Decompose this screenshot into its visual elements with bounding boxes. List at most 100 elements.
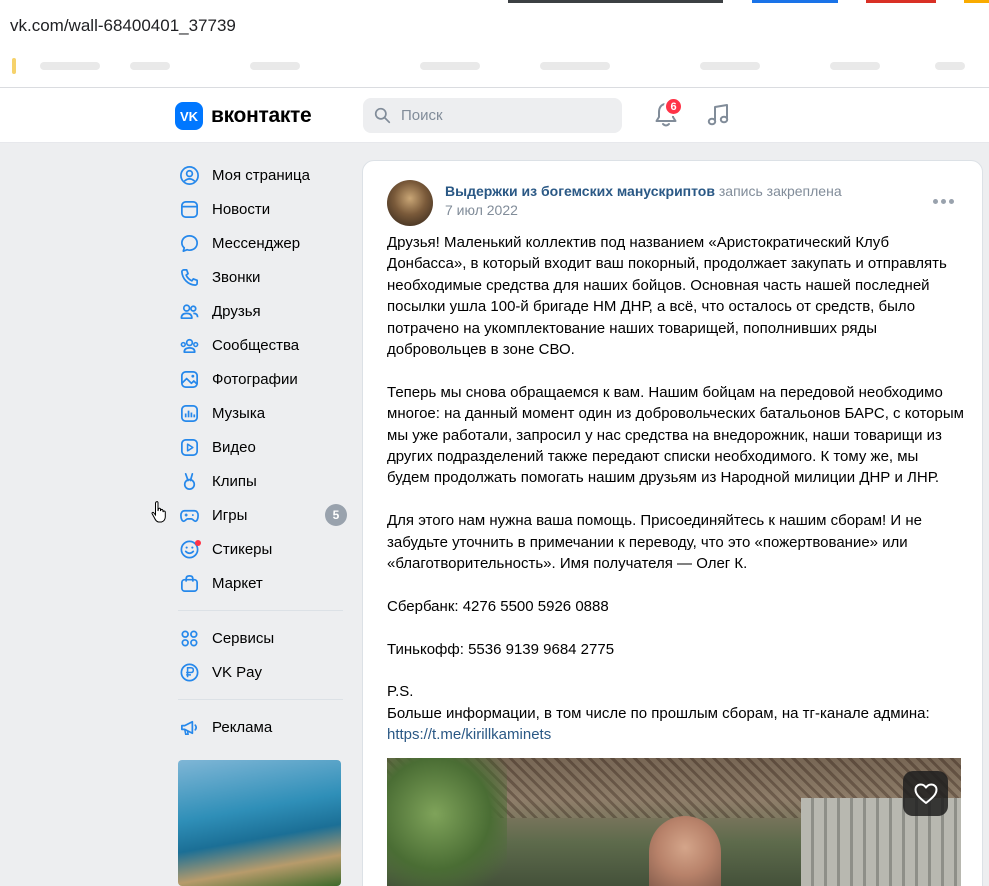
- sidebar-item-games[interactable]: Игры 5: [168, 498, 353, 532]
- vk-logo-text: вконтакте: [211, 104, 312, 127]
- sidebar-item-friends[interactable]: Друзья: [168, 294, 353, 328]
- sidebar-item-label: Сообщества: [212, 336, 300, 354]
- bookmark-item[interactable]: [250, 62, 300, 70]
- ps-text: Больше информации, в том числе по прошлы…: [387, 704, 930, 722]
- music-note-icon[interactable]: [705, 102, 731, 128]
- sidebar-item-my-page[interactable]: Моя страница: [168, 158, 353, 192]
- bookmark-item[interactable]: [130, 62, 170, 70]
- sidebar-item-label: Фотографии: [212, 370, 298, 388]
- sidebar-item-label: Стикеры: [212, 540, 273, 558]
- sidebar-item-clips[interactable]: Клипы: [168, 464, 353, 498]
- sidebar-item-label: Звонки: [212, 268, 261, 286]
- sidebar-item-label: VK Pay: [212, 663, 263, 681]
- sidebar-item-ads[interactable]: Реклама: [168, 710, 353, 744]
- bookmark-item[interactable]: [540, 62, 610, 70]
- games-count-badge: 5: [325, 504, 347, 526]
- sidebar-item-messenger[interactable]: Мессенджер: [168, 226, 353, 260]
- vk-header: VK вконтакте Поиск 6: [0, 88, 989, 143]
- friends-icon: [178, 300, 200, 322]
- newsfeed-icon: [178, 198, 200, 220]
- post-paragraph: Сбербанк: 4276 5500 5926 0888: [387, 597, 609, 615]
- bookmarks-bar: [0, 44, 989, 88]
- post-paragraph: Для этого нам нужна ваша помощь. Присоед…: [387, 512, 922, 573]
- sidebar-nav: Моя страница Новости Мессенджер Звонки Д…: [168, 158, 353, 744]
- bookmark-item[interactable]: [700, 62, 760, 70]
- pinned-note: запись закреплена: [718, 183, 842, 199]
- browser-tab[interactable]: [866, 0, 936, 3]
- notification-badge: 6: [664, 97, 683, 116]
- url-text[interactable]: vk.com/wall-68400401_37739: [10, 16, 236, 36]
- music-icon: [178, 402, 200, 424]
- search-input[interactable]: Поиск: [363, 98, 622, 133]
- bookmark-item[interactable]: [935, 62, 965, 70]
- sidebar-item-label: Маркет: [212, 574, 263, 592]
- post-date[interactable]: 7 июл 2022: [445, 202, 518, 218]
- telegram-link[interactable]: https://t.me/kirillkaminets: [387, 724, 965, 745]
- wall-post: Выдержки из богемских манускриптов запис…: [362, 160, 983, 886]
- communities-icon: [178, 334, 200, 356]
- sidebar-item-video[interactable]: Видео: [168, 430, 353, 464]
- browser-tab[interactable]: [964, 0, 989, 3]
- ps-label: P.S.: [387, 683, 414, 701]
- post-paragraph: Теперь мы снова обращаемся к вам. Нашим …: [387, 383, 964, 487]
- message-icon: [178, 232, 200, 254]
- dot-icon: [948, 198, 954, 204]
- sidebar-item-photos[interactable]: Фотографии: [168, 362, 353, 396]
- vk-logo[interactable]: VK вконтакте: [175, 102, 312, 130]
- photo-detail: [387, 758, 507, 886]
- dot-icon: [932, 198, 938, 204]
- bookmark-item[interactable]: [40, 62, 100, 70]
- services-icon: [178, 627, 200, 649]
- sidebar-item-label: Игры: [212, 506, 248, 524]
- sidebar-item-label: Моя страница: [212, 166, 310, 184]
- address-bar[interactable]: vk.com/wall-68400401_37739: [0, 6, 989, 44]
- browser-tab[interactable]: [508, 0, 723, 3]
- megaphone-icon: [178, 716, 200, 738]
- new-indicator-dot: [195, 540, 201, 546]
- sidebar-item-label: Музыка: [212, 404, 266, 422]
- user-circle-icon: [178, 164, 200, 186]
- sidebar-item-calls[interactable]: Звонки: [168, 260, 353, 294]
- vkpay-icon: [178, 661, 200, 683]
- phone-icon: [178, 266, 200, 288]
- bookmark-item[interactable]: [420, 62, 480, 70]
- video-icon: [178, 436, 200, 458]
- vk-logo-icon: VK: [175, 102, 203, 130]
- sidebar-item-market[interactable]: Маркет: [168, 566, 353, 600]
- post-photo[interactable]: [387, 758, 961, 886]
- dot-icon: [940, 198, 946, 204]
- sidebar-item-label: Новости: [212, 200, 271, 218]
- post-paragraph: Тинькофф: 5536 9139 9684 2775: [387, 640, 615, 658]
- sidebar-divider: [178, 610, 343, 611]
- sidebar-item-stickers[interactable]: Стикеры: [168, 532, 353, 566]
- sidebar-item-label: Клипы: [212, 472, 257, 490]
- author-avatar[interactable]: [387, 180, 433, 226]
- sidebar-item-label: Реклама: [212, 718, 273, 736]
- photo-icon: [178, 368, 200, 390]
- sidebar-item-music[interactable]: Музыка: [168, 396, 353, 430]
- heart-icon: [914, 783, 937, 804]
- post-body: Друзья! Маленький коллектив под название…: [387, 232, 965, 746]
- bookmark-folder-icon[interactable]: [12, 58, 16, 74]
- sidebar-item-label: Мессенджер: [212, 234, 301, 252]
- clips-icon: [178, 470, 200, 492]
- sidebar-item-vkpay[interactable]: VK Pay: [168, 655, 353, 689]
- sidebar-item-label: Видео: [212, 438, 256, 456]
- bookmark-item[interactable]: [830, 62, 880, 70]
- post-paragraph: Друзья! Маленький коллектив под название…: [387, 234, 947, 359]
- more-options-button[interactable]: [928, 191, 958, 211]
- bag-icon: [178, 572, 200, 594]
- post-author-link[interactable]: Выдержки из богемских манускриптов: [445, 183, 715, 199]
- sidebar-divider: [178, 699, 343, 700]
- ad-banner-image[interactable]: [178, 760, 341, 886]
- gamepad-icon: [178, 504, 200, 526]
- photo-detail: [649, 816, 721, 886]
- browser-tab[interactable]: [752, 0, 838, 3]
- sidebar-item-news[interactable]: Новости: [168, 192, 353, 226]
- sidebar-item-communities[interactable]: Сообщества: [168, 328, 353, 362]
- sidebar-item-label: Друзья: [212, 302, 261, 320]
- sidebar-item-services[interactable]: Сервисы: [168, 621, 353, 655]
- sidebar-item-label: Сервисы: [212, 629, 275, 647]
- like-button[interactable]: [903, 771, 948, 816]
- search-placeholder: Поиск: [401, 107, 443, 124]
